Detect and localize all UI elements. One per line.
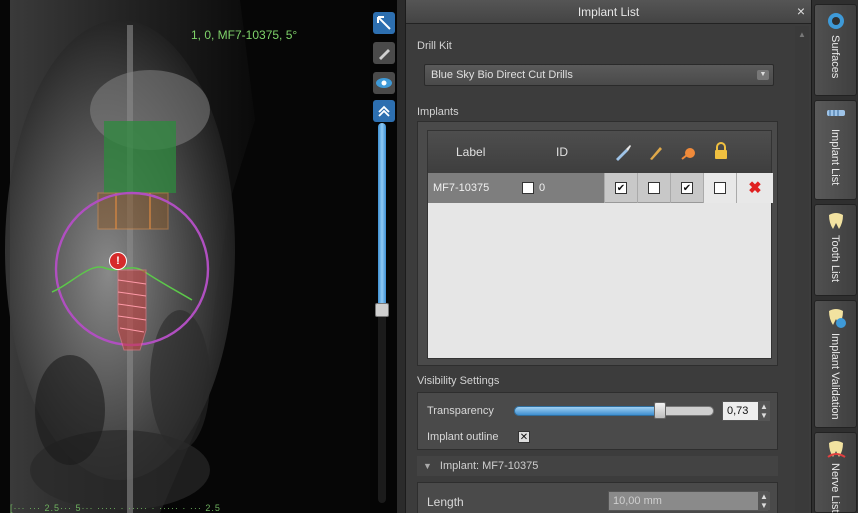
- implant-outline-label: Implant outline: [427, 431, 499, 443]
- column-header-label[interactable]: Label: [456, 145, 485, 159]
- drill-icon[interactable]: [614, 143, 632, 164]
- implant-id-cell[interactable]: 0: [518, 173, 604, 203]
- id-checkbox[interactable]: [522, 182, 534, 194]
- tab-tooth-list[interactable]: Tooth List: [814, 204, 857, 296]
- tab-label: Tooth List: [829, 235, 841, 283]
- lock-icon[interactable]: [712, 141, 730, 164]
- implants-table-frame: Label ID MF7-10375 0 ✔ ✔ ✖: [417, 121, 778, 366]
- implant-section-header[interactable]: ▼ Implant: MF7-10375: [417, 456, 778, 476]
- length-label: Length: [427, 495, 464, 509]
- implant-icon: [827, 110, 845, 116]
- visibility-settings-label: Visibility Settings: [417, 375, 500, 387]
- chevron-down-icon[interactable]: ▼: [757, 70, 769, 80]
- panel-title-bar: Implant List ×: [406, 0, 811, 24]
- tab-label: Surfaces: [829, 35, 841, 79]
- implant-list-panel: Implant List × Drill Kit Blue Sky Bio Di…: [405, 0, 811, 513]
- visibility-group: Transparency 0,73 ▲ ▼ Implant outline ✕: [417, 392, 778, 450]
- slice-slider-thumb[interactable]: [375, 303, 389, 317]
- reset-view-icon[interactable]: [373, 12, 395, 34]
- lock-checkbox[interactable]: [714, 182, 726, 194]
- tab-surfaces[interactable]: Surfaces: [814, 4, 857, 96]
- table-row[interactable]: MF7-10375 0 ✔ ✔ ✖: [428, 173, 773, 203]
- implants-table: Label ID MF7-10375 0 ✔ ✔ ✖: [427, 130, 773, 359]
- length-stepper[interactable]: ▲ ▼: [758, 492, 770, 510]
- implant-properties-group: Length 10,00 mm ▲ ▼: [417, 482, 778, 513]
- implants-label: Implants: [417, 106, 459, 118]
- collapse-icon[interactable]: ▼: [423, 461, 432, 471]
- scale-ruler: [··· ··· 2.5··· 5··· ····· · ····· · ···…: [10, 503, 221, 513]
- lock-cell[interactable]: [703, 173, 736, 203]
- delete-cell[interactable]: ✖: [736, 173, 773, 203]
- tab-nerve-list[interactable]: Nerve List: [814, 432, 857, 513]
- slice-slider-fill: [378, 123, 386, 308]
- validation-icon: [829, 309, 846, 328]
- transparency-value: 0,73: [727, 405, 749, 417]
- marker-icon[interactable]: [680, 143, 698, 164]
- transparency-slider-thumb[interactable]: [654, 402, 666, 419]
- warning-marker-icon[interactable]: !: [109, 252, 127, 270]
- tab-label: Nerve List: [829, 463, 841, 513]
- eye-icon[interactable]: [373, 72, 395, 94]
- transparency-slider-fill: [514, 406, 660, 416]
- table-header: Label ID: [428, 131, 771, 173]
- panel-scrollbar[interactable]: ▲ ≡: [795, 26, 809, 513]
- ct-slice-viewer[interactable]: 1, 0, MF7-10375, 5° ! [··· ··· 2.5··· 5·…: [0, 0, 397, 513]
- tab-implant-validation[interactable]: Implant Validation: [814, 300, 857, 428]
- transparency-stepper[interactable]: ▲ ▼: [758, 402, 770, 420]
- drill-visible-cell[interactable]: ✔: [604, 173, 637, 203]
- tab-implant-list[interactable]: Implant List: [814, 100, 857, 200]
- implant-section-title: Implant: MF7-10375: [439, 460, 539, 472]
- length-value: 10,00 mm: [613, 495, 662, 507]
- pencil-icon[interactable]: [647, 143, 665, 164]
- pencil-cell[interactable]: [637, 173, 670, 203]
- scroll-up-icon[interactable]: ▲: [798, 30, 806, 39]
- side-tab-strip: Surfaces Implant List Tooth List Implant…: [811, 0, 858, 513]
- implant-label-cell[interactable]: MF7-10375: [428, 173, 518, 203]
- marker-cell[interactable]: ✔: [670, 173, 703, 203]
- implant-id-value: 0: [539, 182, 546, 194]
- drill-kit-value: Blue Sky Bio Direct Cut Drills: [431, 69, 573, 81]
- surfaces-icon: [828, 13, 844, 29]
- slice-info-label: 1, 0, MF7-10375, 5°: [191, 28, 298, 42]
- drill-kit-select[interactable]: Blue Sky Bio Direct Cut Drills ▼: [424, 64, 774, 86]
- implant-outline-checkbox[interactable]: ✕: [518, 431, 530, 443]
- delete-icon[interactable]: ✖: [748, 178, 761, 198]
- drill-kit-label: Drill Kit: [417, 40, 452, 52]
- panel-title: Implant List: [577, 4, 640, 19]
- close-icon[interactable]: ×: [797, 3, 805, 19]
- tooth-icon: [829, 213, 843, 229]
- ct-scan-image: [0, 0, 370, 513]
- nerve-icon: [827, 441, 846, 458]
- tab-label: Implant Validation: [829, 333, 841, 420]
- marker-checkbox[interactable]: ✔: [681, 182, 693, 194]
- transparency-label: Transparency: [427, 405, 494, 417]
- column-header-id[interactable]: ID: [556, 145, 568, 159]
- tab-label: Implant List: [829, 129, 841, 186]
- pencil-icon[interactable]: [373, 42, 395, 64]
- pencil-checkbox[interactable]: [648, 182, 660, 194]
- length-spinbox[interactable]: 10,00 mm: [608, 491, 768, 511]
- drill-visible-checkbox[interactable]: ✔: [615, 182, 627, 194]
- chevron-up-icon[interactable]: [373, 100, 395, 122]
